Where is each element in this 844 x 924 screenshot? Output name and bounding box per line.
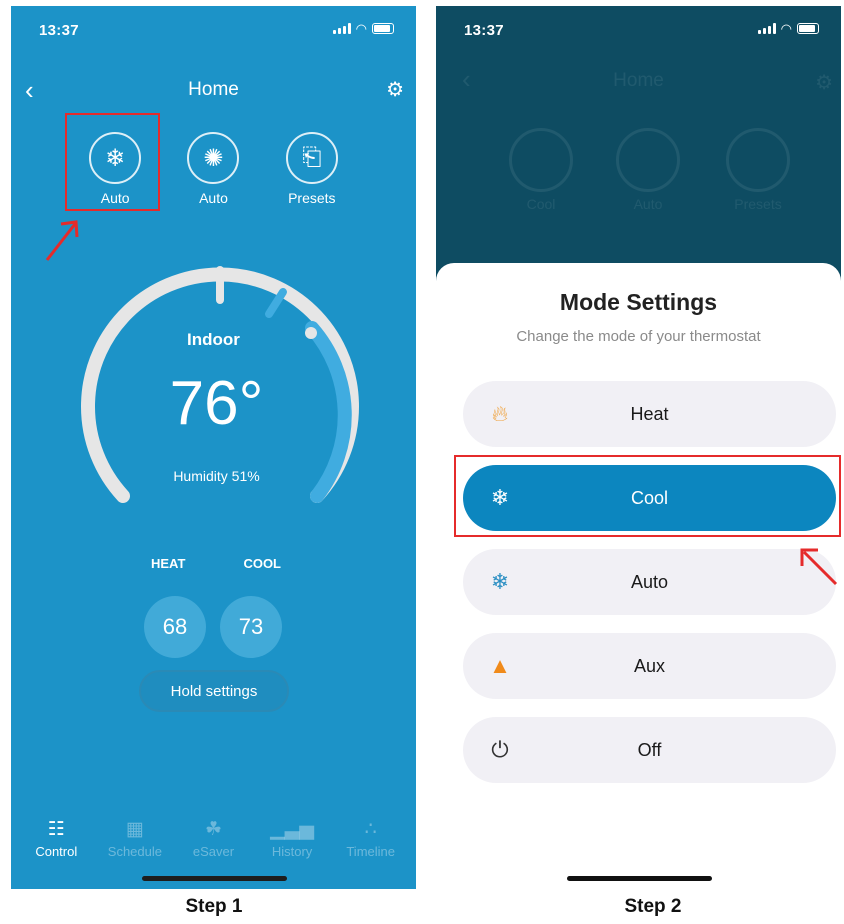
battery-icon <box>797 23 819 34</box>
dimmed-title: Home <box>613 70 664 91</box>
pointer-arrow-icon <box>800 548 838 586</box>
tab-schedule-label: Schedule <box>107 844 162 859</box>
mode-option-label: Heat <box>630 403 669 424</box>
presets-icon: ⎗ <box>285 132 338 184</box>
heat-setpoint[interactable]: 68 <box>144 596 206 658</box>
mode-option-off[interactable]: ⏻ Off <box>463 717 836 783</box>
mode-option-aux[interactable]: ▲ Aux <box>463 633 836 699</box>
step2-caption: Step 2 <box>624 896 682 917</box>
mode-option-label: Aux <box>633 655 666 676</box>
timeline-icon: ∴ <box>364 819 377 840</box>
mode-option-auto[interactable]: ❄ Auto <box>463 549 836 615</box>
tab-timeline[interactable]: ∴ Timeline <box>336 818 406 859</box>
tab-timeline-label: Timeline <box>346 844 395 859</box>
tab-esaver[interactable]: ☘ eSaver <box>178 818 248 859</box>
setpoints: 68 73 <box>144 596 282 658</box>
calendar-icon: ▦ <box>125 819 144 840</box>
indoor-temperature: 76° <box>169 369 264 438</box>
dimmed-mode-label: Cool <box>526 196 556 212</box>
leaf-icon: ☘ <box>204 819 222 840</box>
tab-history-label: History <box>271 844 313 859</box>
status-time: 13:37 <box>464 22 504 39</box>
wifi-icon: ◠ <box>355 21 367 36</box>
signal-icon <box>757 23 776 34</box>
gear-icon[interactable]: ⚙ <box>386 70 404 110</box>
tab-bar: ☷ Control ▦ Schedule ☘ eSaver ▁▃▅ Histor… <box>11 818 416 859</box>
step2-screen: 13:37 ◠ ‹ Home ⚙ Cool Auto Presets Mode … <box>436 6 841 889</box>
mode-option-heat[interactable]: 🔥︎ Heat <box>463 381 836 447</box>
tab-control-label: Control <box>35 844 78 859</box>
fan-mode-label: Auto <box>199 190 228 206</box>
flame-icon: ▲ <box>489 653 511 678</box>
tab-schedule[interactable]: ▦ Schedule <box>100 818 170 859</box>
tab-history[interactable]: ▁▃▅ History <box>257 818 327 859</box>
bar-chart-icon: ▁▃▅ <box>270 819 314 840</box>
humidity-readout: Humidity 51% <box>173 468 260 484</box>
mode-option-label: Auto <box>630 571 669 592</box>
fan-mode-circle <box>616 128 680 192</box>
flame-outline-icon: 🔥︎ <box>491 401 509 426</box>
battery-icon <box>372 23 394 34</box>
sliders-icon: ☷ <box>47 819 65 840</box>
indoor-label: Indoor <box>187 330 240 349</box>
power-icon: ⏻ <box>491 737 509 762</box>
cool-mode-circle <box>509 128 573 192</box>
status-time: 13:37 <box>39 22 79 39</box>
hold-settings-button[interactable]: Hold settings <box>139 670 289 712</box>
presets-button[interactable]: ⎗ Presets <box>263 132 361 206</box>
cool-setpoint-handle[interactable] <box>265 288 287 318</box>
pointer-arrow-icon <box>45 220 79 261</box>
dimmed-fan-label: Auto <box>633 196 663 212</box>
home-indicator <box>141 876 287 881</box>
dimmed-presets-label: Presets <box>734 196 782 212</box>
sheet-subtitle: Change the mode of your thermostat <box>516 328 761 345</box>
status-bar: 13:37 ◠ <box>436 6 841 50</box>
presets-circle <box>726 128 790 192</box>
fan-icon: ✺ <box>187 132 240 184</box>
presets-label: Presets <box>288 190 336 206</box>
fan-mode-button[interactable]: ✺ Auto <box>164 132 262 206</box>
mode-settings-sheet: Mode Settings Change the mode of your th… <box>436 263 841 889</box>
highlight-box-cool <box>454 455 841 537</box>
signal-icon <box>332 23 351 34</box>
cool-setpoint[interactable]: 73 <box>220 596 282 658</box>
gear-icon: ⚙ <box>815 72 833 94</box>
tab-esaver-label: eSaver <box>192 844 235 859</box>
mode-option-label: Off <box>637 739 662 760</box>
highlight-box-mode <box>65 113 160 211</box>
sheet-title: Mode Settings <box>559 289 718 315</box>
status-bar: 13:37 ◠ <box>11 6 416 50</box>
snowflake-flame-icon: ❄ <box>490 569 510 594</box>
page-title: Home <box>188 79 239 100</box>
wifi-icon: ◠ <box>780 21 792 36</box>
tab-control[interactable]: ☷ Control <box>21 818 91 859</box>
top-nav: ‹ Home ⚙ <box>11 70 416 110</box>
home-indicator <box>566 876 712 881</box>
step1-caption: Step 1 <box>185 896 243 917</box>
heat-label: HEAT <box>151 556 186 571</box>
setpoint-labels: HEAT COOL <box>151 556 281 571</box>
cool-label: COOL <box>243 556 281 571</box>
